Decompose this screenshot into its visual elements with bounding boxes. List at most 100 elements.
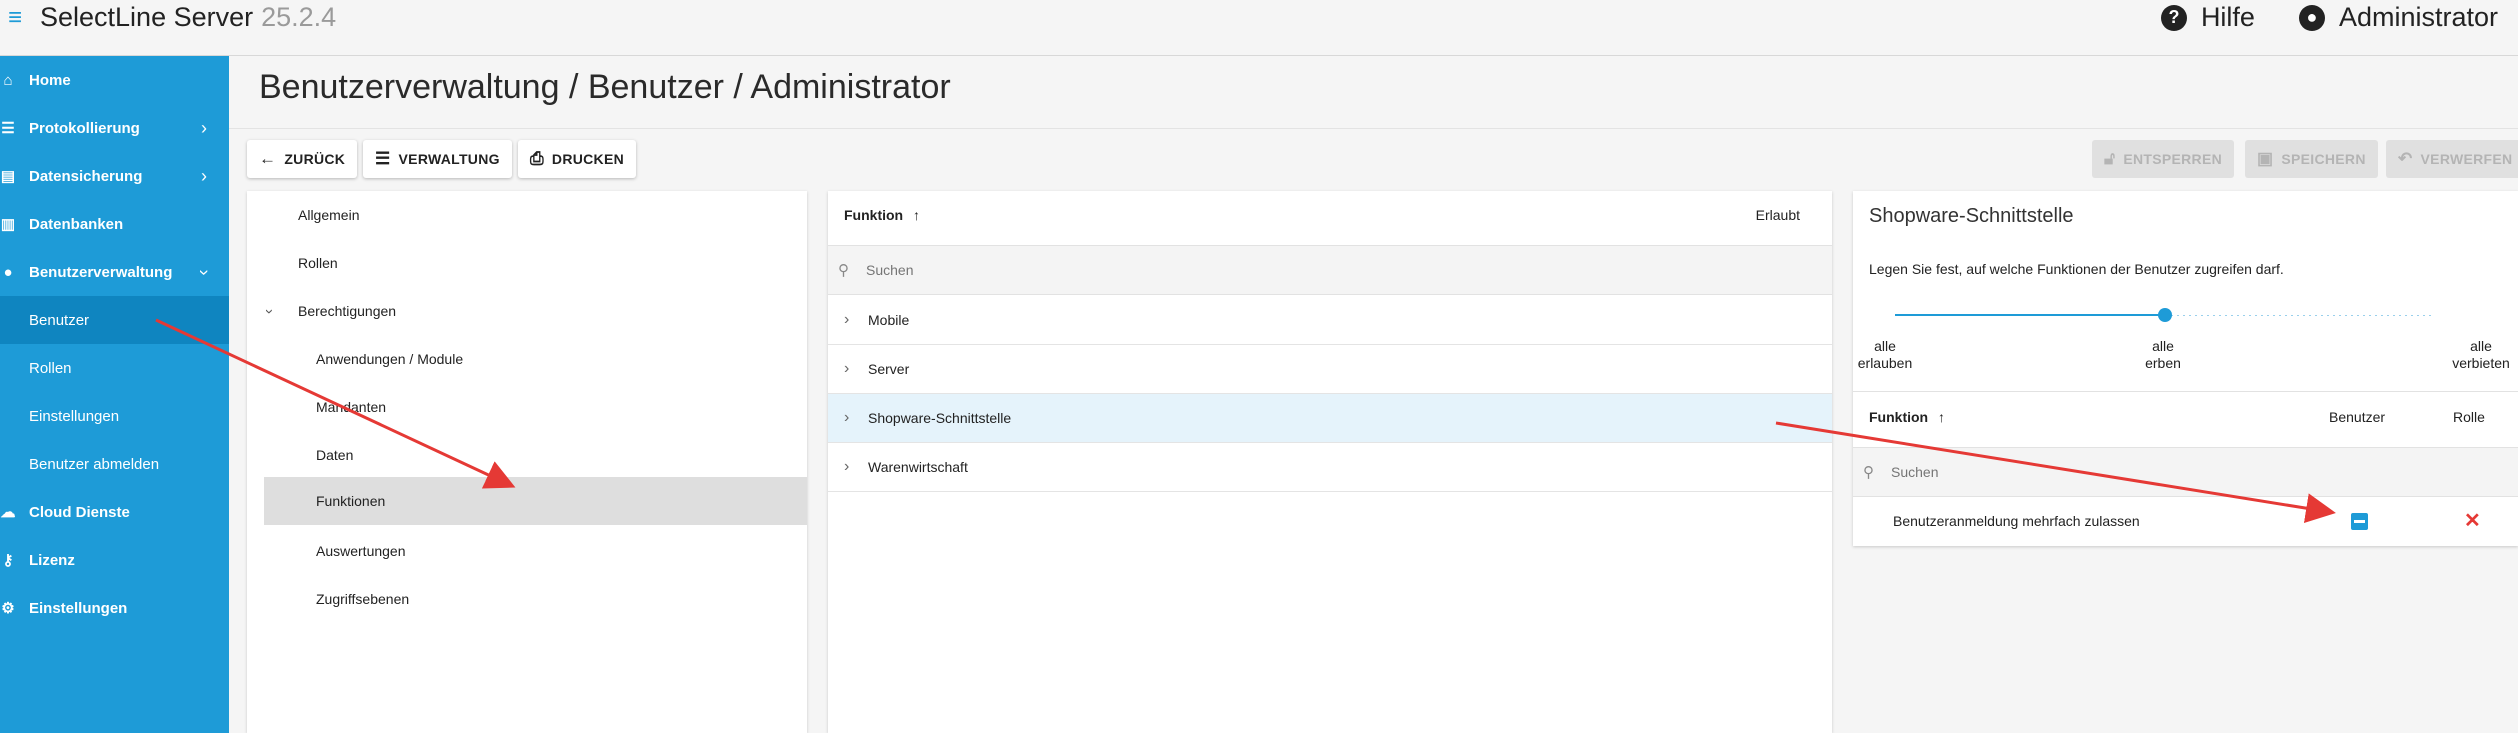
chevron-right-icon: › xyxy=(844,458,850,475)
back-button[interactable]: ← ZURÜCK xyxy=(247,140,358,178)
tree-item-label: Anwendungen / Module xyxy=(316,351,464,367)
column-header-allowed: Erlaubt xyxy=(1755,207,1800,223)
home-icon: ⌂ xyxy=(3,71,13,89)
function-detail-panel: Shopware-Schnittstelle Legen Sie fest, a… xyxy=(1853,191,2518,546)
chevron-down-icon: › xyxy=(194,269,215,275)
slider-label-line2: erlauben xyxy=(1857,355,1913,371)
tree-item-funktionen[interactable]: Funktionen xyxy=(264,477,807,525)
sidebar-item-home[interactable]: ⌂ Home xyxy=(0,56,229,104)
sidebar-item-rollen[interactable]: Rollen xyxy=(0,344,229,392)
sidebar-item-benutzerverwaltung[interactable]: ● Benutzerverwaltung › xyxy=(0,248,229,296)
save-button[interactable]: ▣ SPEICHERN xyxy=(2245,140,2378,178)
column-header-function[interactable]: Funktion ↑ xyxy=(844,207,920,223)
tree-item-anwendungen-module[interactable]: Anwendungen / Module xyxy=(247,335,807,383)
sidebar-item-label: Datensicherung xyxy=(29,167,143,185)
sidebar-item-benutzer[interactable]: Benutzer xyxy=(0,296,229,344)
slider-label-line2: verbieten xyxy=(2452,355,2510,371)
search-input[interactable] xyxy=(866,262,1766,278)
sidebar-item-label: Benutzerverwaltung xyxy=(29,263,173,281)
slider-label-inherit-all[interactable]: alle erben xyxy=(2143,338,2183,372)
tree-item-berechtigungen[interactable]: › Berechtigungen xyxy=(247,287,807,335)
sidebar-item-label: Einstellungen xyxy=(29,599,128,617)
sidebar-item-datensicherung[interactable]: ▤ Datensicherung › xyxy=(0,152,229,200)
discard-button[interactable]: ↶ VERWERFEN xyxy=(2386,140,2518,178)
function-row-shopware[interactable]: › Shopware-Schnittstelle xyxy=(828,394,1832,443)
sort-asc-icon: ↑ xyxy=(1938,409,1945,425)
key-icon: ⚷ xyxy=(2,552,14,569)
help-icon: ? xyxy=(2160,4,2187,31)
function-row-label: Mobile xyxy=(868,312,910,328)
save-button-label: SPEICHERN xyxy=(2281,151,2366,167)
divider xyxy=(229,128,2518,129)
sidebar-item-benutzer-einstellungen[interactable]: Einstellungen xyxy=(0,392,229,440)
sidebar-item-label: Einstellungen xyxy=(29,407,120,425)
print-button[interactable]: ⎙ DRUCKEN xyxy=(518,140,637,178)
list-icon: ☰ xyxy=(1,120,15,137)
hamburger-menu-icon[interactable]: ≡ xyxy=(8,6,28,30)
sort-asc-icon: ↑ xyxy=(913,207,920,223)
menu-lines-icon: ☰ xyxy=(375,149,391,168)
sidebar-item-einstellungen[interactable]: ⚙ Einstellungen xyxy=(0,584,229,632)
slider-label-line2: erben xyxy=(2145,355,2181,371)
top-app-bar: ≡ SelectLine Server 25.2.4 ? Hilfe ● Admi… xyxy=(0,0,2518,56)
sidebar-item-datenbanken[interactable]: ▥ Datenbanken xyxy=(0,200,229,248)
manage-button-label: VERWALTUNG xyxy=(398,151,500,167)
function-row-mobile[interactable]: › Mobile xyxy=(828,296,1832,345)
sidebar-item-cloud-dienste[interactable]: ☁ Cloud Dienste xyxy=(0,488,229,536)
function-row-server[interactable]: › Server xyxy=(828,345,1832,394)
search-row: ⚲ xyxy=(1853,447,2518,497)
chevron-right-icon: › xyxy=(844,360,850,377)
tree-item-auswertungen[interactable]: Auswertungen xyxy=(247,527,807,575)
print-button-label: DRUCKEN xyxy=(551,151,625,167)
printer-icon: ⎙ xyxy=(530,149,544,168)
divider xyxy=(1853,391,2518,392)
user-permission-checkbox-indeterminate[interactable] xyxy=(2351,513,2368,530)
detail-description: Legen Sie fest, auf welche Funktionen de… xyxy=(1869,261,2284,277)
sidebar-item-protokollierung[interactable]: ☰ Protokollierung › xyxy=(0,104,229,152)
function-row-warenwirtschaft[interactable]: › Warenwirtschaft xyxy=(828,443,1832,492)
arrow-left-icon: ← xyxy=(259,149,277,168)
database-icon: ▥ xyxy=(0,216,16,233)
tree-item-label: Auswertungen xyxy=(316,543,406,559)
search-icon: ⚲ xyxy=(838,262,849,279)
column-header-function[interactable]: Funktion ↑ xyxy=(1869,409,1945,425)
unlock-button[interactable]: 🔓︎ ENTSPERREN xyxy=(2092,140,2235,178)
help-button[interactable]: ? Hilfe xyxy=(2160,2,2255,33)
tree-item-rollen[interactable]: Rollen xyxy=(247,239,807,287)
sidebar-item-label: Home xyxy=(29,71,71,89)
chevron-right-icon: › xyxy=(844,311,850,328)
chevron-right-icon: › xyxy=(201,165,207,186)
column-header-user: Benutzer xyxy=(2329,409,2386,425)
tree-item-daten[interactable]: Daten xyxy=(247,431,807,479)
user-menu-button[interactable]: ● Administrator xyxy=(2298,2,2498,33)
sidebar-item-lizenz[interactable]: ⚷ Lizenz xyxy=(0,536,229,584)
sidebar-item-label: Lizenz xyxy=(29,551,75,569)
back-button-label: ZURÜCK xyxy=(284,151,346,167)
unlock-button-label: ENTSPERREN xyxy=(2123,151,2223,167)
function-row-label: Warenwirtschaft xyxy=(868,459,968,475)
tree-item-zugriffsebenen[interactable]: Zugriffsebenen xyxy=(247,575,807,623)
tree-item-label: Zugriffsebenen xyxy=(316,591,410,607)
column-header-role: Rolle xyxy=(2453,409,2485,425)
undo-icon: ↶ xyxy=(2398,149,2413,168)
tree-item-allgemein[interactable]: Allgemein xyxy=(247,191,807,239)
function-row-label: Shopware-Schnittstelle xyxy=(868,410,1012,426)
sidebar-item-label: Datenbanken xyxy=(29,215,124,233)
sidebar-item-label: Benutzer xyxy=(29,311,90,329)
slider-thumb[interactable] xyxy=(2158,308,2172,322)
slider-label-line1: alle xyxy=(2152,338,2174,354)
slider-label-allow-all[interactable]: alle erlauben xyxy=(1853,338,1917,372)
discard-button-label: VERWERFEN xyxy=(2420,151,2513,167)
tree-item-mandanten[interactable]: Mandanten xyxy=(247,383,807,431)
tree-item-label: Allgemein xyxy=(298,207,360,223)
permission-row-label: Benutzeranmeldung mehrfach zulassen xyxy=(1893,512,2140,529)
manage-button[interactable]: ☰ VERWALTUNG xyxy=(363,140,512,178)
search-input[interactable] xyxy=(1891,464,2491,480)
slider-label-deny-all[interactable]: alle verbieten xyxy=(2449,338,2513,372)
sidebar-item-label: Cloud Dienste xyxy=(29,503,130,521)
functions-list-panel: Funktion ↑ Erlaubt ⚲ › Mobile › Server ›… xyxy=(828,191,1832,733)
app-title: SelectLine Server 25.2.4 xyxy=(40,2,336,33)
detail-title: Shopware-Schnittstelle xyxy=(1869,205,2074,227)
sidebar-item-label: Benutzer abmelden xyxy=(29,455,160,473)
sidebar-item-benutzer-abmelden[interactable]: Benutzer abmelden xyxy=(0,440,229,488)
